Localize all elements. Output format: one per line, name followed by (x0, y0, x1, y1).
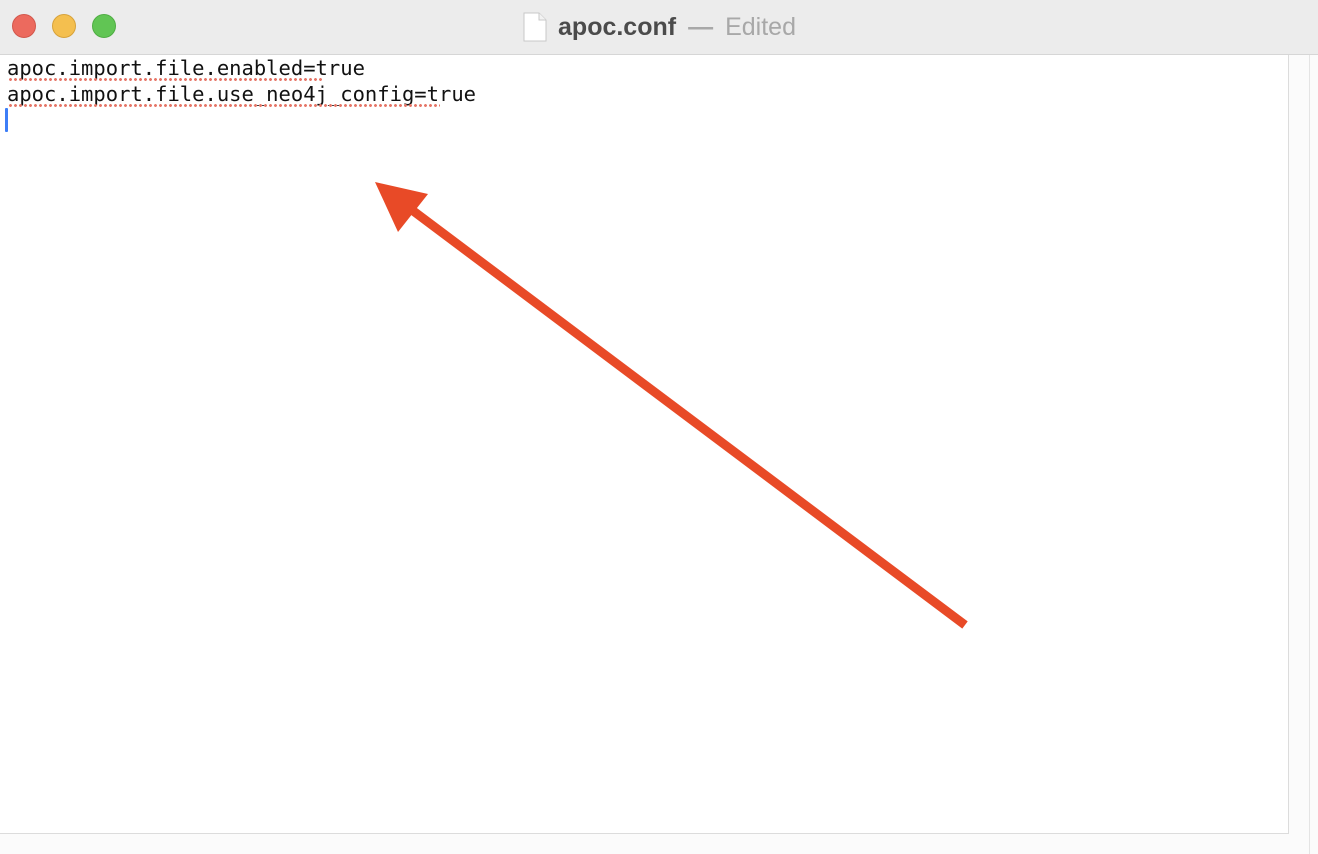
document-name: apoc.conf (558, 12, 677, 41)
text-editor-area[interactable]: apoc.import.file.enabled=true apoc.impor… (0, 55, 1289, 834)
document-icon[interactable] (522, 12, 548, 42)
close-window-button[interactable] (12, 14, 36, 38)
edited-status[interactable]: Edited (725, 13, 796, 42)
title-bar[interactable]: apoc.conf — Edited (0, 0, 1318, 55)
window-title[interactable]: apoc.conf — Edited (522, 12, 796, 42)
window-bottom-edge (0, 834, 1289, 854)
minimize-window-button[interactable] (52, 14, 76, 38)
title-separator: — (688, 12, 714, 41)
zoom-window-button[interactable] (92, 14, 116, 38)
vertical-scrollbar[interactable] (1289, 55, 1318, 854)
spellcheck-underline (8, 104, 440, 107)
text-caret (5, 108, 8, 132)
text-editor-window: apoc.conf — Edited apoc.import.file.enab… (0, 0, 1318, 854)
